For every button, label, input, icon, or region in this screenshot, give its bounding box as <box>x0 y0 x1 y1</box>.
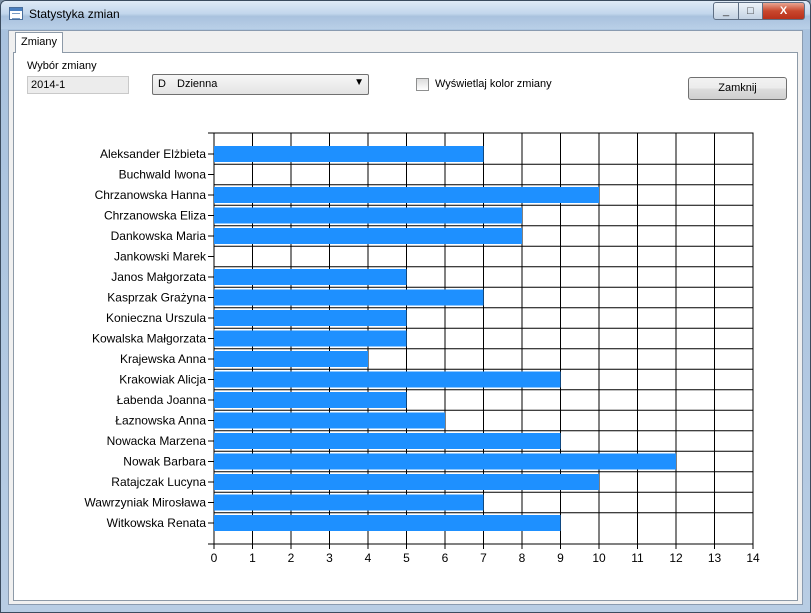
minimize-button[interactable]: _ <box>713 2 739 20</box>
tab-zmiany[interactable]: Zmiany <box>15 32 63 53</box>
chevron-down-icon[interactable]: ▼ <box>354 77 364 88</box>
bar <box>214 330 407 347</box>
y-tick-label: Chrzanowska Eliza <box>104 209 206 223</box>
title-bar[interactable]: Statystyka zmian _ □ X <box>1 1 810 29</box>
y-tick-label: Janos Małgorzata <box>111 270 206 284</box>
shift-select[interactable]: D Dzienna ▼ <box>152 74 369 95</box>
y-tick-label: Ratajczak Lucyna <box>111 475 206 489</box>
app-icon <box>9 7 23 20</box>
bar <box>214 412 445 429</box>
chart-area: Aleksander Elżbieta Buchwald Iwona Chrzano… <box>18 108 793 597</box>
y-tick-label: Dankowska Maria <box>111 229 207 243</box>
x-tick-label: 6 <box>442 551 449 565</box>
bar <box>214 453 676 470</box>
bar <box>214 207 522 224</box>
x-tick-label: 4 <box>365 551 372 565</box>
show-color-label[interactable]: Wyświetlaj kolor zmiany <box>435 78 552 90</box>
window-title: Statystyka zmian <box>29 7 120 21</box>
shift-id-field: 2014-1 <box>27 76 129 94</box>
x-tick-label: 5 <box>403 551 410 565</box>
x-tick-label: 3 <box>326 551 333 565</box>
y-tick-label: Buchwald Iwona <box>119 168 207 182</box>
bar <box>214 187 599 203</box>
bar <box>214 289 484 306</box>
y-tick-label: Krajewska Anna <box>120 352 206 366</box>
y-tick-label: Nowak Barbara <box>123 455 206 469</box>
y-tick-label: Kowalska Małgorzata <box>92 332 206 346</box>
y-tick-label: Krakowiak Alicja <box>119 373 206 387</box>
shift-name: Dzienna <box>177 78 218 90</box>
x-tick-label: 7 <box>480 551 487 565</box>
y-tick-label: Wawrzyniak Mirosława <box>84 496 206 510</box>
y-tick-label: Aleksander Elżbieta <box>100 147 206 161</box>
bar <box>214 474 599 490</box>
y-tick-label: Jankowski Marek <box>114 250 207 264</box>
bar <box>214 351 368 367</box>
x-tick-label: 2 <box>288 551 295 565</box>
x-tick-label: 1 <box>249 551 256 565</box>
maximize-button[interactable]: □ <box>738 2 763 20</box>
y-tick-label: Łaznowska Anna <box>115 414 206 428</box>
app-window: Statystyka zmian _ □ X Zmiany Wybór zmia… <box>0 0 811 613</box>
close-button[interactable]: Zamknij <box>688 77 787 100</box>
y-tick-label: Nowacka Marzena <box>107 434 207 448</box>
show-color-checkbox[interactable] <box>416 78 429 91</box>
bar <box>214 433 561 449</box>
x-tick-label: 11 <box>631 551 644 565</box>
bar <box>214 515 561 531</box>
y-tick-label: Chrzanowska Hanna <box>95 188 207 202</box>
y-tick-label: Konieczna Urszula <box>106 311 206 325</box>
close-window-button[interactable]: X <box>762 2 805 20</box>
bar <box>214 392 407 408</box>
x-tick-label: 12 <box>669 551 683 565</box>
bar <box>214 228 522 244</box>
x-tick-label: 9 <box>557 551 564 565</box>
bar <box>214 269 407 285</box>
bar <box>214 310 407 326</box>
y-tick-label: Kasprzak Grażyna <box>107 291 206 305</box>
y-tick-label: Łabenda Joanna <box>117 393 207 407</box>
x-tick-label: 10 <box>592 551 606 565</box>
x-tick-label: 8 <box>519 551 526 565</box>
bar <box>214 146 484 162</box>
bar <box>214 494 484 511</box>
x-tick-label: 0 <box>211 551 218 565</box>
shift-code: D <box>158 78 166 90</box>
shift-group-label: Wybór zmiany <box>27 60 97 72</box>
form-client-area: Zmiany Wybór zmiany 2014-1 D Dzienna ▼ W… <box>8 30 803 605</box>
shift-stats-chart: Aleksander Elżbieta Buchwald Iwona Chrzano… <box>84 132 760 565</box>
x-tick-label: 13 <box>708 551 722 565</box>
y-tick-label: Witkowska Renata <box>107 516 207 530</box>
bar <box>214 371 561 388</box>
x-tick-label: 14 <box>746 551 760 565</box>
